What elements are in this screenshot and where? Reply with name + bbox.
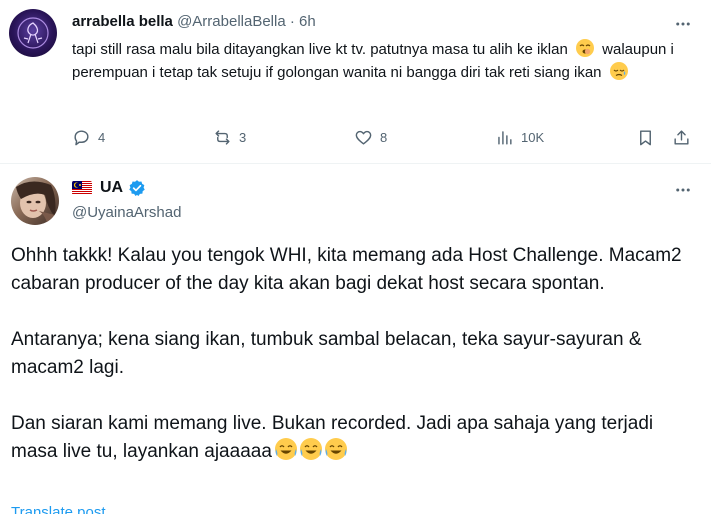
- comment-count: 4: [98, 129, 106, 145]
- reply-avatar[interactable]: [9, 9, 57, 57]
- author-handle[interactable]: @UyainaArshad: [72, 203, 181, 223]
- tweet-body: Ohhh takkk! Kalau you tengok WHI, kita m…: [11, 242, 701, 466]
- translate-post-link[interactable]: Translate post: [11, 504, 106, 514]
- share-button[interactable]: [672, 128, 694, 147]
- reply-handle[interactable]: @ArrabellaBella: [177, 13, 286, 30]
- malaysia-flag-icon: [72, 181, 92, 195]
- reply-more-button[interactable]: [669, 12, 697, 36]
- reply-text: tapi still rasa malu bila ditayangkan li…: [72, 38, 692, 84]
- analytics-bars-icon: [498, 130, 512, 145]
- reply-display-name[interactable]: arrabella bella: [72, 13, 173, 30]
- tears-of-joy-icon: [274, 438, 297, 460]
- separator-dot: ·: [289, 13, 295, 30]
- tweet-paragraph-2: Antaranya; kena siang ikan, tumbuk samba…: [11, 329, 642, 378]
- like-count: 8: [380, 129, 388, 145]
- more-horizontal-icon: [676, 22, 690, 26]
- reply-comment-button[interactable]: 4: [72, 128, 213, 147]
- reply-action-bar: 4 3 8 10K: [72, 124, 694, 150]
- author-avatar[interactable]: [11, 177, 59, 225]
- like-button[interactable]: 8: [354, 128, 495, 147]
- repost-icon: [215, 129, 230, 145]
- bookmark-icon: [640, 129, 651, 145]
- reply-tweet[interactable]: arrabella bella @ArrabellaBella · 6h tap…: [0, 0, 711, 164]
- rose-emblem-icon: [17, 17, 49, 49]
- tears-of-joy-icon: [299, 438, 322, 460]
- more-horizontal-icon: [676, 188, 690, 192]
- comment-bubble-icon: [74, 129, 89, 145]
- yawning-face-icon: [575, 39, 594, 57]
- share-upload-icon: [674, 129, 689, 145]
- tweet-paragraph-3-wrap: Dan siaran kami memang live. Bukan recor…: [11, 410, 701, 466]
- tears-of-joy-icon: [324, 438, 347, 460]
- author-name-row: UA: [72, 178, 146, 198]
- reply-header: arrabella bella @ArrabellaBella · 6h: [72, 12, 316, 32]
- author-display-name[interactable]: UA: [100, 178, 123, 198]
- views-count: 10K: [521, 129, 545, 145]
- heart-icon: [355, 130, 372, 145]
- sad-relieved-face-icon: [609, 62, 628, 80]
- bookmark-button[interactable]: [636, 128, 672, 147]
- views-button[interactable]: 10K: [495, 128, 636, 147]
- profile-photo: [16, 181, 56, 225]
- reply-timestamp[interactable]: 6h: [299, 13, 316, 30]
- verified-badge-icon[interactable]: [128, 179, 146, 197]
- repost-count: 3: [239, 129, 247, 145]
- tweet-more-button[interactable]: [669, 178, 697, 202]
- repost-button[interactable]: 3: [213, 128, 354, 147]
- tweet-paragraph-1: Ohhh takkk! Kalau you tengok WHI, kita m…: [11, 245, 682, 294]
- reply-text-part1: tapi still rasa malu bila ditayangkan li…: [72, 41, 568, 58]
